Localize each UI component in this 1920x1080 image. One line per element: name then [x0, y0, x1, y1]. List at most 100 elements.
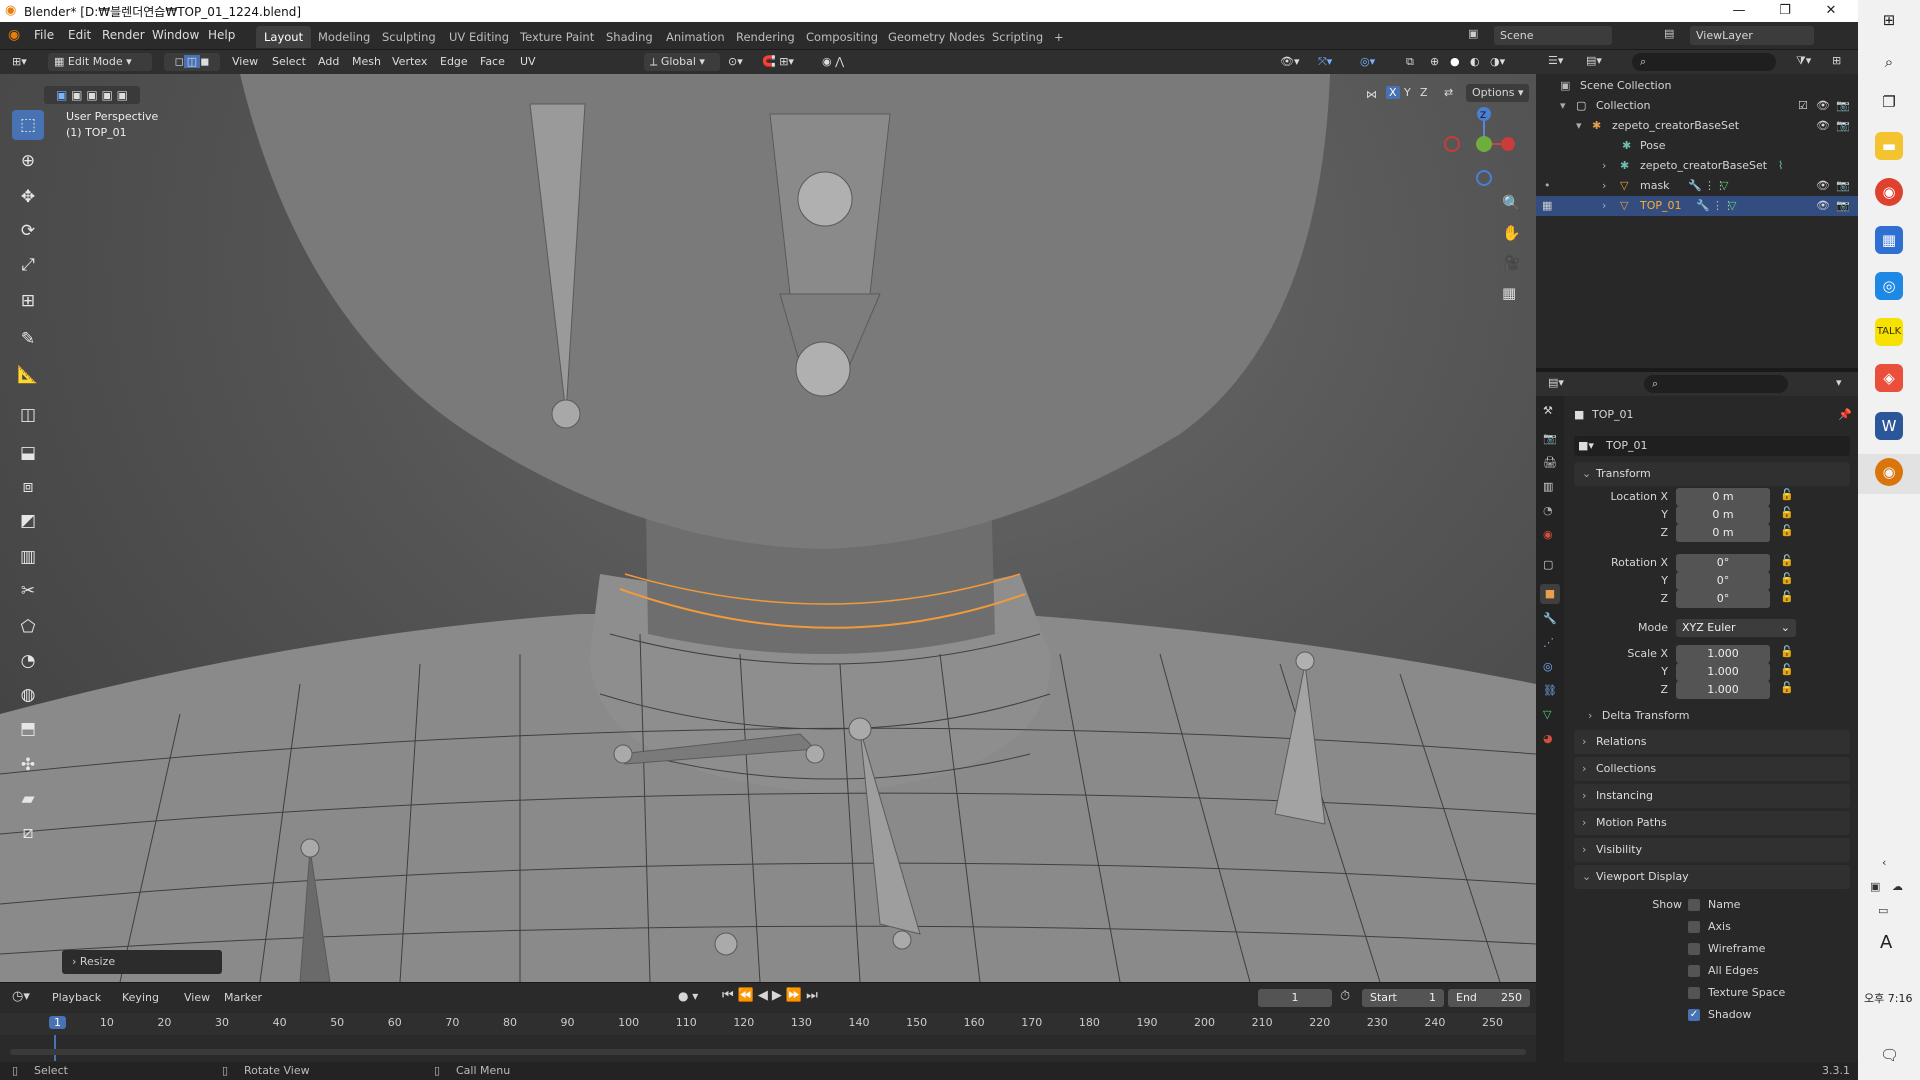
windows-start-icon[interactable]: ⊞ [1875, 6, 1903, 34]
tab-rendering[interactable]: Rendering [728, 26, 803, 48]
app-icon-2[interactable]: ◈ [1875, 364, 1903, 392]
ortho-grid-icon[interactable]: ▦ [1502, 284, 1516, 302]
visibility-icon[interactable]: 👁▾ [1280, 53, 1300, 71]
lock-icon[interactable]: 🔓 [1780, 663, 1794, 676]
particles-tab-icon[interactable]: ⋰ [1543, 636, 1554, 649]
scale-x-field[interactable]: 1.000 [1676, 645, 1770, 663]
prev-key-icon[interactable]: ⏪ [738, 988, 758, 1003]
display-mode-icon[interactable]: ▤▾ [1586, 54, 1602, 67]
frame-ruler[interactable]: 1 10 20 30 40 50 60 70 80 90 100 110 120 130 140 150 160… [0, 1013, 1536, 1035]
play-icon[interactable]: ▶ [772, 988, 786, 1003]
move-tool-icon[interactable]: ✥ [12, 182, 44, 212]
next-key-icon[interactable]: ⏩ [786, 988, 806, 1003]
bevel-tool-icon[interactable]: ◩ [12, 506, 44, 536]
snap-icon[interactable]: 🧲 ⊞▾ [762, 53, 794, 71]
rotate-tool-icon[interactable]: ⟳ [12, 216, 44, 246]
show-axis-checkbox[interactable] [1688, 921, 1700, 933]
rotation-x-field[interactable]: 0° [1676, 554, 1770, 572]
eye-icon[interactable]: 👁 [1816, 96, 1830, 116]
play-reverse-icon[interactable]: ◀ [758, 988, 772, 1003]
expand-icon[interactable]: ▾ [1576, 116, 1582, 136]
menu-edit[interactable]: Edit [68, 28, 91, 42]
show-shadow-checkbox[interactable]: ✓ [1688, 1009, 1700, 1021]
select-new-icon[interactable]: ▣ [56, 88, 67, 102]
vertex-select-icon[interactable]: ◻ [175, 55, 184, 68]
menu-render[interactable]: Render [102, 28, 145, 42]
camera-render-icon[interactable]: 📷 [1836, 176, 1850, 196]
section-visibility[interactable]: › Visibility [1574, 838, 1850, 862]
menu-window[interactable]: Window [152, 28, 199, 42]
scene-selector[interactable]: Scene [1494, 26, 1612, 45]
axis-x-button[interactable]: X [1386, 86, 1400, 99]
material-tab-icon[interactable]: ◕ [1543, 732, 1553, 745]
show-wireframe-checkbox[interactable] [1688, 943, 1700, 955]
tab-texture-paint[interactable]: Texture Paint [512, 26, 602, 48]
tab-animation[interactable]: Animation [658, 26, 733, 48]
menu-view[interactable]: View [232, 53, 258, 71]
gizmo-toggle-icon[interactable]: ⤧▾ [1318, 53, 1332, 71]
search-icon[interactable]: ⌕ [1875, 48, 1903, 76]
select-intersect-icon[interactable]: ▣ [117, 88, 128, 102]
expand-icon[interactable]: › [1602, 156, 1606, 176]
menu-mesh[interactable]: Mesh [352, 53, 381, 71]
file-explorer-icon[interactable]: ▬ [1875, 132, 1903, 160]
outliner-editor-icon[interactable]: ☰▾ [1548, 54, 1563, 67]
cursor-tool-icon[interactable]: ⊕ [12, 146, 44, 176]
expand-icon[interactable]: › [1602, 176, 1606, 196]
shading-material-icon[interactable]: ◐ [1470, 53, 1480, 71]
scale-tool-icon[interactable]: ⤢ [12, 250, 44, 280]
edge-select-icon[interactable]: ◫ [183, 55, 201, 68]
lock-icon[interactable]: 🔓 [1780, 681, 1794, 694]
select-box-modes[interactable]: ▣ ▣ ▣ ▣ ▣ [44, 86, 140, 104]
lock-icon[interactable]: 🔓 [1780, 488, 1794, 501]
loop-cut-tool-icon[interactable]: ▥ [12, 542, 44, 572]
menu-face[interactable]: Face [480, 53, 505, 71]
shading-wire-icon[interactable]: ⊕ [1430, 53, 1439, 71]
record-icon[interactable]: ● ▾ [678, 989, 698, 1003]
edit-mode-indicator-icon[interactable]: ▦ [1542, 196, 1552, 216]
tool-tab-icon[interactable]: ⚒ [1543, 404, 1553, 417]
outliner-row-collection[interactable]: ▾ ▢ Collection ☑ 👁 📷 [1536, 96, 1858, 116]
ime-indicator[interactable]: A [1880, 932, 1892, 953]
spin-tool-icon[interactable]: ◔ [12, 646, 44, 676]
scale-z-field[interactable]: 1.000 [1676, 681, 1770, 699]
clock-time[interactable]: 오후 7:16 [1864, 990, 1912, 1006]
tray-icon-1[interactable]: ▣ [1870, 880, 1880, 893]
outliner-row-armature-data[interactable]: › ✱ zepeto_creatorBaseSet ⌇ [1536, 156, 1858, 176]
outliner-row-armature[interactable]: ▾ ✱ zepeto_creatorBaseSet 👁 📷 [1536, 116, 1858, 136]
view-layer-selector[interactable]: ViewLayer [1690, 26, 1814, 45]
properties-editor-icon[interactable]: ▤▾ [1548, 376, 1564, 389]
exclude-checkbox-icon[interactable]: ☑ [1798, 96, 1808, 116]
start-frame-field[interactable]: Start 1 [1362, 989, 1444, 1007]
scale-y-field[interactable]: 1.000 [1676, 663, 1770, 681]
editor-type-icon[interactable]: ⊞▾ [12, 53, 27, 71]
pivot-icon[interactable]: ⊙▾ [728, 53, 743, 71]
collection-tab-icon[interactable]: ▢ [1543, 558, 1553, 571]
chevron-left-icon[interactable]: ‹ [1882, 856, 1886, 869]
world-tab-icon[interactable]: ◉ [1543, 528, 1553, 541]
view-layer-tab-icon[interactable]: ▥ [1543, 480, 1553, 493]
timeline-menu-view[interactable]: View [184, 991, 210, 1004]
measure-tool-icon[interactable]: 📐 [12, 360, 44, 390]
filter-icon[interactable]: ⧩▾ [1796, 54, 1811, 68]
show-name-checkbox[interactable] [1688, 899, 1700, 911]
menu-file[interactable]: File [34, 28, 54, 42]
tab-layout[interactable]: Layout [256, 26, 312, 48]
lock-icon[interactable]: 🔓 [1780, 554, 1794, 567]
section-motion-paths[interactable]: › Motion Paths [1574, 811, 1850, 835]
properties-search[interactable]: ⌕ [1644, 375, 1788, 393]
constraints-tab-icon[interactable]: ⛓ [1543, 684, 1557, 697]
network-icon[interactable]: ▭ [1878, 904, 1888, 917]
select-invert-icon[interactable]: ▣ [102, 88, 113, 102]
kakaotalk-icon[interactable]: TALK [1875, 318, 1903, 346]
outliner-row-pose[interactable]: ✱ Pose [1536, 136, 1858, 156]
rotation-y-field[interactable]: 0° [1676, 572, 1770, 590]
shading-rendered-icon[interactable]: ◑▾ [1490, 53, 1505, 71]
tab-scripting[interactable]: Scripting [984, 26, 1051, 48]
inset-tool-icon[interactable]: ⧈ [12, 472, 44, 502]
tab-compositing[interactable]: Compositing [798, 26, 886, 48]
app-icon[interactable]: ◎ [1875, 272, 1903, 300]
axis-z-button[interactable]: Z [1420, 86, 1428, 99]
end-frame-field[interactable]: End 250 [1448, 989, 1530, 1007]
select-box-tool-icon[interactable]: ⬚ [12, 110, 44, 140]
